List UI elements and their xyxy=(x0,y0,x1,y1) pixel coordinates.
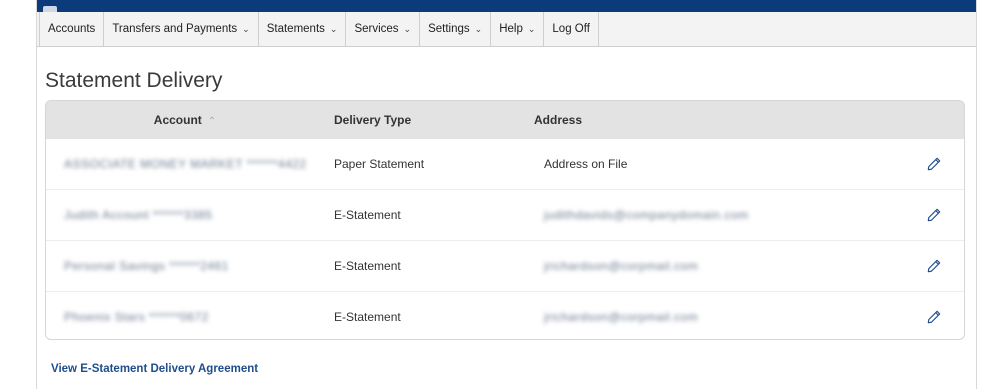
column-header-delivery-type: Delivery Type xyxy=(334,113,412,127)
chevron-down-icon: ⌄ xyxy=(242,23,250,34)
edit-cell xyxy=(904,208,964,222)
nav-item-services[interactable]: Services ⌄ xyxy=(346,12,421,46)
e-statement-agreement-link[interactable]: View E-Statement Delivery Agreement xyxy=(51,363,258,375)
account-cell: ASSOCIATE MONEY MARKET ******4422 xyxy=(46,157,324,171)
account-name-redacted: Personal Savings ******2461 xyxy=(64,259,229,273)
edit-cell xyxy=(904,259,964,273)
account-name-redacted: ASSOCIATE MONEY MARKET ******4422 xyxy=(64,157,307,171)
statement-delivery-table: Account ⌃ Delivery Type Address ASSOCIATE… xyxy=(45,100,965,340)
address-cell: judithdavids@companydomain.com xyxy=(534,208,904,222)
chevron-down-icon: ⌄ xyxy=(527,23,536,34)
delivery-type-cell: Paper Statement xyxy=(334,157,425,171)
main-nav: Accounts Transfers and Payments ⌄ Stateme… xyxy=(37,12,976,47)
column-header-account[interactable]: Account ⌃ xyxy=(46,113,324,127)
pencil-edit-icon[interactable] xyxy=(927,259,941,273)
pencil-edit-icon[interactable] xyxy=(927,208,941,222)
nav-item-statements[interactable]: Statements ⌄ xyxy=(259,12,347,46)
delivery-type-cell: E-Statement xyxy=(334,310,401,324)
email-redacted: jrichardson@corpmail.com xyxy=(544,310,699,324)
nav-item-log-off[interactable]: Log Off xyxy=(544,12,599,46)
address-cell: jrichardson@corpmail.com xyxy=(534,310,904,324)
account-cell: Personal Savings ******2461 xyxy=(46,259,324,273)
column-header-address: Address xyxy=(534,113,583,127)
account-cell: Judith Account ******3385 xyxy=(46,208,324,222)
nav-item-settings[interactable]: Settings ⌄ xyxy=(420,12,492,46)
nav-item-accounts[interactable]: Accounts xyxy=(39,12,105,46)
sort-icon: ⌃ xyxy=(207,116,217,127)
page-title: Statement Delivery xyxy=(45,69,223,92)
account-name-redacted: Phoenix Stars ******0672 xyxy=(64,310,209,324)
pencil-edit-icon[interactable] xyxy=(927,310,941,324)
table-row: ASSOCIATE MONEY MARKET ******4422 Paper … xyxy=(46,139,964,190)
brand-logo-edge xyxy=(43,6,57,12)
nav-item-help[interactable]: Help ⌄ xyxy=(491,12,545,46)
chevron-down-icon: ⌄ xyxy=(329,23,338,34)
table-header: Account ⌃ Delivery Type Address xyxy=(46,101,964,139)
table-row: Personal Savings ******2461 E-Statement … xyxy=(46,241,964,292)
account-cell: Phoenix Stars ******0672 xyxy=(46,310,324,324)
table-row: Judith Account ******3385 E-Statement ju… xyxy=(46,190,964,241)
chevron-down-icon: ⌄ xyxy=(474,23,483,34)
nav-item-transfers-and-payments[interactable]: Transfers and Payments ⌄ xyxy=(104,12,259,46)
delivery-type-cell: E-Statement xyxy=(334,259,401,273)
edit-cell xyxy=(904,157,964,171)
app-frame: Accounts Transfers and Payments ⌄ Stateme… xyxy=(36,0,977,389)
email-redacted: judithdavids@companydomain.com xyxy=(544,208,749,222)
email-redacted: jrichardson@corpmail.com xyxy=(544,259,699,273)
brand-bar xyxy=(37,0,976,12)
edit-cell xyxy=(904,310,964,324)
address-cell: jrichardson@corpmail.com xyxy=(534,259,904,273)
pencil-edit-icon[interactable] xyxy=(927,157,941,171)
chevron-down-icon: ⌄ xyxy=(403,23,412,34)
delivery-type-cell: E-Statement xyxy=(334,208,401,222)
table-row: Phoenix Stars ******0672 E-Statement jri… xyxy=(46,292,964,339)
address-cell: Address on File xyxy=(544,157,628,171)
account-name-redacted: Judith Account ******3385 xyxy=(64,208,213,222)
